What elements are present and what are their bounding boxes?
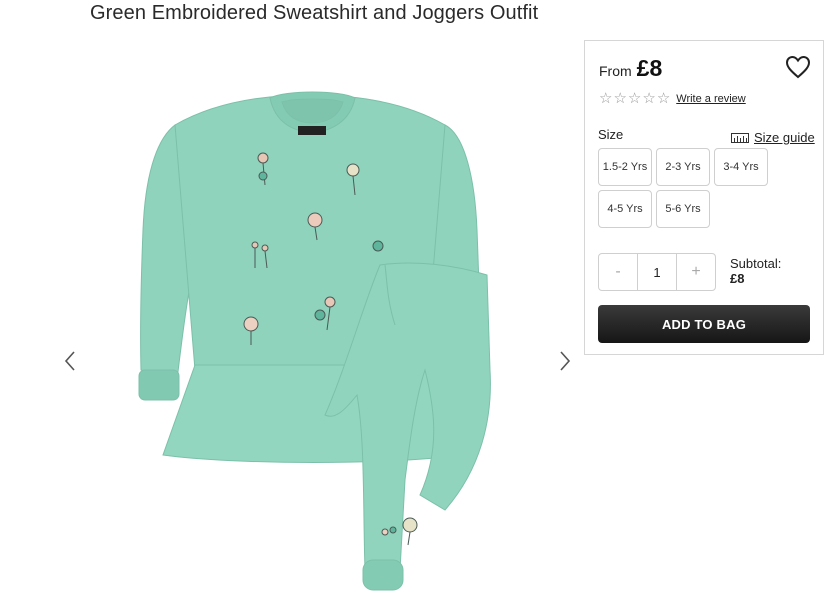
star-outline-icon: ☆ — [613, 90, 627, 107]
size-option-2-3-yrs[interactable]: 2-3 Yrs — [656, 148, 710, 186]
star-outline-icon: ☆ — [599, 90, 613, 107]
price-value: £8 — [636, 55, 663, 81]
star-rating: ☆ ☆ ☆ ☆ ☆ — [599, 91, 670, 106]
add-to-bag-button[interactable]: ADD TO BAG — [598, 305, 810, 343]
heart-icon — [785, 55, 811, 79]
wishlist-button[interactable] — [785, 55, 811, 79]
size-option-5-6-yrs[interactable]: 5-6 Yrs — [656, 190, 710, 228]
star-outline-icon: ☆ — [656, 90, 671, 107]
subtotal: Subtotal: £8 — [730, 256, 781, 286]
star-outline-icon: ☆ — [627, 90, 642, 107]
product-title: Green Embroidered Sweatshirt and Joggers… — [90, 2, 539, 24]
size-label: Size — [598, 127, 624, 142]
gallery-prev-button[interactable] — [60, 348, 80, 374]
size-option-3-4-yrs[interactable]: 3-4 Yrs — [714, 148, 768, 186]
size-guide-link[interactable]: Size guide — [731, 130, 815, 145]
quantity-input[interactable] — [637, 254, 677, 290]
size-option-4-5-yrs[interactable]: 4-5 Yrs — [598, 190, 652, 228]
gallery-next-button[interactable] — [555, 348, 575, 374]
purchase-panel: From £8 ☆ ☆ ☆ ☆ ☆ Write a review Size Si… — [584, 40, 824, 355]
subtotal-value: £8 — [730, 271, 745, 286]
product-gallery — [55, 40, 585, 615]
price: From £8 — [599, 55, 662, 82]
size-option-1-5-2-yrs[interactable]: 1.5-2 Yrs — [598, 148, 652, 186]
quantity-decrease-button[interactable]: - — [599, 254, 637, 290]
product-image — [138, 91, 491, 591]
rating: ☆ ☆ ☆ ☆ ☆ Write a review — [599, 91, 746, 106]
size-guide-label: Size guide — [754, 130, 815, 145]
chevron-right-icon — [560, 351, 571, 371]
ruler-icon — [731, 132, 749, 143]
chevron-left-icon — [64, 351, 75, 371]
price-from-label: From — [599, 63, 632, 79]
write-review-link[interactable]: Write a review — [676, 93, 745, 105]
quantity-stepper: - + — [598, 253, 716, 291]
quantity-increase-button[interactable]: + — [677, 254, 715, 290]
star-outline-icon: ☆ — [642, 90, 656, 107]
subtotal-label: Subtotal: — [730, 256, 782, 271]
